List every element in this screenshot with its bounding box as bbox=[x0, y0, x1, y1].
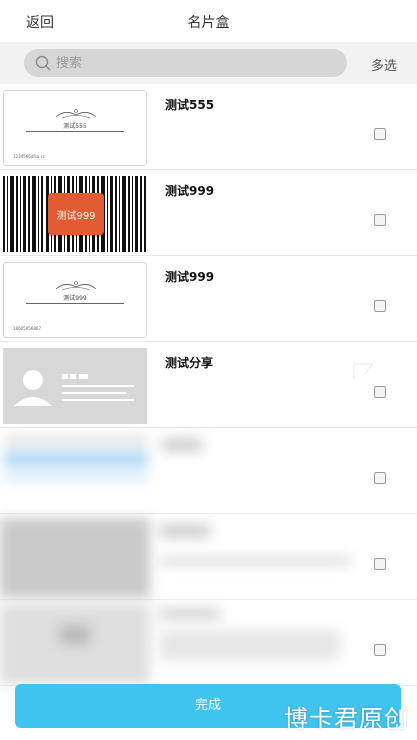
list-item[interactable]: 测试999 测试999 bbox=[0, 170, 417, 256]
blurred-line bbox=[160, 556, 350, 566]
list-item[interactable] bbox=[0, 514, 417, 600]
blurred-thumbnail bbox=[0, 428, 152, 514]
blurred-name bbox=[160, 608, 220, 620]
list-item[interactable]: 测试999 18605056867 测试999 bbox=[0, 256, 417, 342]
watermark-text: 博卡君原创 bbox=[284, 705, 409, 733]
ornament-logo-icon bbox=[55, 281, 97, 291]
search-input[interactable] bbox=[56, 49, 336, 77]
card-small-text: 1234566dfsa.cc bbox=[13, 154, 45, 159]
select-checkbox[interactable] bbox=[374, 644, 386, 656]
card-logo-text: 测试555 bbox=[63, 123, 87, 130]
card-badge: 测试999 bbox=[48, 193, 104, 235]
blurred-mark bbox=[60, 626, 90, 644]
search-icon bbox=[35, 55, 51, 71]
list-item[interactable] bbox=[0, 428, 417, 514]
contact-card-icon bbox=[3, 348, 147, 424]
list-item[interactable]: 测试555 1234566dfsa.cc 测试555 bbox=[0, 84, 417, 170]
search-box[interactable] bbox=[24, 49, 347, 77]
card-name: 测试分享 bbox=[165, 356, 214, 370]
card-thumbnail: 测试555 1234566dfsa.cc bbox=[3, 90, 147, 166]
blurred-name bbox=[162, 438, 202, 452]
nav-header: 返回 名片盒 bbox=[0, 0, 417, 42]
card-thumbnail: 测试999 bbox=[3, 176, 147, 252]
share-corner-icon bbox=[353, 363, 374, 379]
list-item[interactable]: 测试分享 bbox=[0, 342, 417, 428]
card-small-text: 18605056867 bbox=[13, 326, 41, 331]
card-image bbox=[3, 348, 147, 424]
search-bar: 多选 bbox=[0, 42, 417, 84]
card-badge-text: 测试999 bbox=[56, 211, 96, 222]
card-name: 测试999 bbox=[165, 184, 215, 198]
ornament-logo-icon bbox=[55, 109, 97, 119]
card-image: 测试555 1234566dfsa.cc bbox=[3, 90, 147, 166]
select-checkbox[interactable] bbox=[374, 472, 386, 484]
page-title: 名片盒 bbox=[187, 15, 230, 31]
blurred-name bbox=[160, 524, 210, 538]
card-thumbnail bbox=[3, 348, 147, 424]
card-image: 测试999 18605056867 bbox=[3, 262, 147, 338]
select-checkbox[interactable] bbox=[374, 214, 386, 226]
card-name: 测试555 bbox=[165, 98, 215, 112]
select-checkbox[interactable] bbox=[374, 558, 386, 570]
blurred-line bbox=[160, 630, 340, 660]
card-name: 测试999 bbox=[165, 270, 215, 284]
select-checkbox[interactable] bbox=[374, 386, 386, 398]
card-list: 测试555 1234566dfsa.cc 测试555 测试999 测试999 测… bbox=[0, 84, 417, 428]
card-logo-text: 测试999 bbox=[63, 295, 87, 302]
card-thumbnail: 测试999 18605056867 bbox=[3, 262, 147, 338]
card-image: 测试999 bbox=[3, 176, 147, 252]
divider bbox=[26, 131, 124, 132]
blurred-thumbnail bbox=[0, 518, 150, 598]
multi-select-button[interactable]: 多选 bbox=[371, 55, 397, 74]
select-checkbox[interactable] bbox=[374, 300, 386, 312]
divider bbox=[26, 303, 124, 304]
select-checkbox[interactable] bbox=[374, 128, 386, 140]
